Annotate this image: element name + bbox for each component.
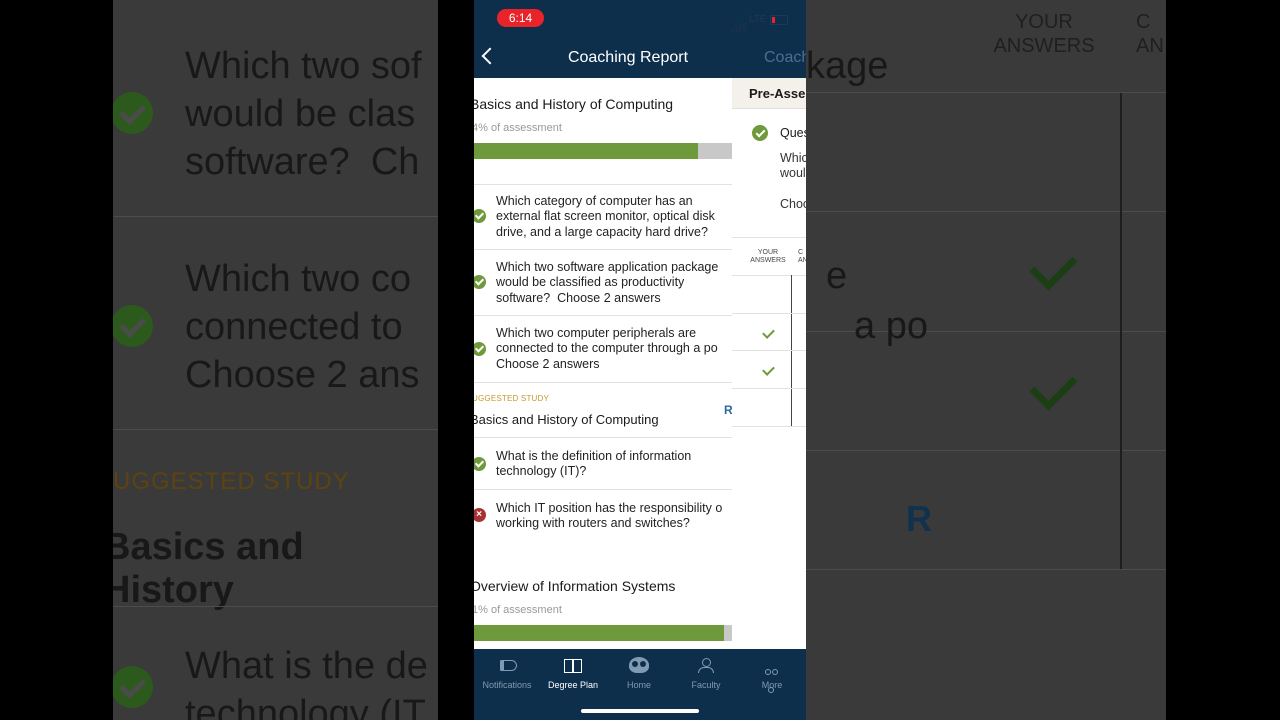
tab-bar: Notifications Degree Plan Home Faculty M… <box>474 649 806 720</box>
backdrop-text: a po <box>854 305 928 347</box>
signal-icon <box>731 14 747 32</box>
backdrop-left: Which two sof would be clas software? Ch… <box>113 0 438 720</box>
check-icon <box>113 305 153 347</box>
answer-check-icon <box>762 363 775 376</box>
tab-more[interactable]: More <box>739 649 805 699</box>
section-percent: 1% of assessment <box>474 604 562 616</box>
section-progress-fill <box>474 143 699 159</box>
backdrop-divider <box>1120 93 1122 569</box>
answer-check-icon <box>762 326 775 339</box>
book-icon <box>564 659 582 673</box>
question-text: Which category of computer has an extern… <box>496 194 715 239</box>
suggested-text: Which IT position has the responsibility… <box>496 501 723 531</box>
divider <box>474 382 732 384</box>
nav-bar: Coaching Report Coach <box>474 38 806 78</box>
column-divider <box>791 275 792 427</box>
suggested-topic-title: Basics and History of Computing <box>474 412 659 427</box>
section-progress-fill <box>474 625 725 641</box>
correct-check-icon <box>474 457 486 471</box>
backdrop-link: R <box>906 498 932 539</box>
suggested-row[interactable]: × Which IT position has the responsibili… <box>474 489 732 542</box>
section-progress-bar <box>474 625 732 641</box>
section-title: Basics and History of Computing <box>474 96 674 112</box>
backdrop-right: kage YOUR ANSWERS C AN e a po R <box>806 0 1166 720</box>
backdrop-divider <box>806 0 1166 93</box>
people-icon <box>698 658 714 673</box>
incorrect-x-icon: × <box>474 508 486 522</box>
backdrop-row: Which two sof would be clas software? Ch <box>113 0 438 217</box>
tab-faculty[interactable]: Faculty <box>673 649 739 699</box>
correct-check-icon <box>474 342 486 356</box>
detail-panel[interactable]: Pre-Asse Ques Whic woul Choo YOUR ANSWER… <box>732 78 806 649</box>
backdrop-divider <box>113 605 438 607</box>
backdrop-question: What is the de technology (IT <box>185 645 428 720</box>
tab-label: Home <box>626 680 651 690</box>
panel-header: Pre-Asse <box>732 78 806 109</box>
status-time: 6:14 <box>497 9 544 27</box>
tab-label: Faculty <box>691 680 721 690</box>
question-row[interactable]: Which two computer peripherals are conne… <box>474 315 732 382</box>
check-icon <box>113 666 153 708</box>
backdrop-divider <box>806 93 1166 212</box>
backdrop-topic: Basics and History <box>113 526 304 611</box>
more-icon <box>761 662 783 693</box>
status-bar: 6:14 LTE <box>474 0 806 38</box>
correct-check-icon <box>474 209 486 223</box>
divider <box>732 388 806 389</box>
phone-screen: 6:14 LTE Coaching Report Coach Basics an… <box>474 0 806 720</box>
divider <box>732 275 806 276</box>
backdrop-question: Which two co connected to Choose 2 ans <box>185 258 420 396</box>
tab-label: Degree Plan <box>547 680 599 690</box>
home-indicator[interactable] <box>581 709 699 713</box>
question-text: Which two computer peripherals are conne… <box>496 326 718 371</box>
divider <box>732 350 806 351</box>
correct-check-icon <box>474 275 486 289</box>
divider <box>732 313 806 314</box>
tab-degree-plan[interactable]: Degree Plan <box>540 649 606 699</box>
question-row[interactable]: Which category of computer has an extern… <box>474 184 732 250</box>
question-text: Which two software application package w… <box>496 260 719 305</box>
tab-label: More <box>761 680 783 690</box>
megaphone-icon <box>500 660 517 671</box>
col-correct-answers: C AN <box>798 249 806 264</box>
suggested-link[interactable]: R <box>724 403 732 417</box>
battery-icon <box>770 15 788 25</box>
backdrop-row: Which two co connected to Choose 2 ans <box>113 217 438 430</box>
section-progress-bar <box>474 143 732 159</box>
panel-question-label: Ques <box>780 126 806 140</box>
backdrop-suggested-label: UGGESTED STUDY <box>113 468 350 495</box>
backdrop-text: e <box>826 255 848 297</box>
check-icon <box>113 92 153 134</box>
next-page-title: Coach <box>764 49 806 66</box>
divider <box>732 426 806 427</box>
backdrop-question: Which two sof would be clas software? Ch <box>185 45 422 183</box>
page-title: Coaching Report <box>567 49 689 66</box>
suggested-study-label: UGGESTED STUDY <box>474 394 550 403</box>
panel-header-title: Pre-Asse <box>749 86 806 101</box>
backdrop-divider <box>806 451 1166 570</box>
col-your-answers: YOUR ANSWERS <box>750 249 786 264</box>
network-label: LTE <box>749 14 767 25</box>
question-row[interactable]: Which two software application package w… <box>474 249 732 316</box>
tab-notifications[interactable]: Notifications <box>474 649 540 699</box>
tab-label: Notifications <box>482 680 532 690</box>
section-percent: 4% of assessment <box>474 122 562 134</box>
suggested-row[interactable]: What is the definition of information te… <box>474 437 732 490</box>
tab-home[interactable]: Home <box>606 649 672 699</box>
owl-icon <box>629 657 649 673</box>
section-title: Overview of Information Systems <box>474 578 676 594</box>
suggested-text: What is the definition of information te… <box>496 449 692 479</box>
coaching-report-list[interactable]: Basics and History of Computing 4% of as… <box>474 78 732 649</box>
panel-choose-text: Choo <box>780 197 806 211</box>
panel-question-text: Whic woul <box>780 151 806 180</box>
divider <box>732 237 806 238</box>
correct-check-icon <box>752 125 768 141</box>
